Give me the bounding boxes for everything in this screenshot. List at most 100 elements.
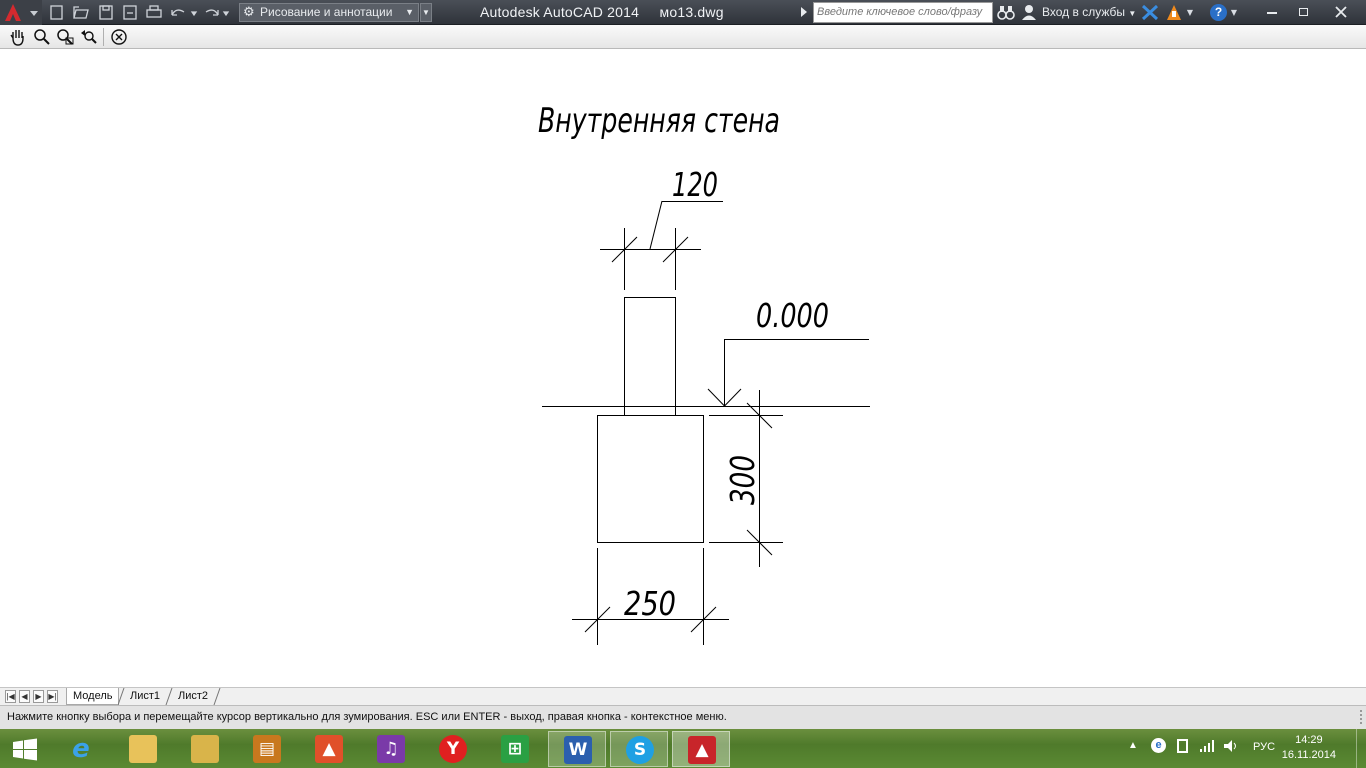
tray-overflow-icon[interactable]: ▲	[1128, 740, 1138, 751]
close-navigation-icon[interactable]	[109, 27, 129, 47]
internet-explorer-icon: e	[72, 734, 90, 764]
sign-in-button[interactable]: Вход в службы ▼	[1042, 5, 1136, 19]
notes-app-icon: ▤	[253, 735, 281, 763]
next-tab-button[interactable]: ▶	[33, 690, 44, 703]
workspace-label: Рисование и аннотации	[260, 5, 393, 19]
status-resize-grip[interactable]	[1352, 710, 1362, 724]
quick-access-toolbar[interactable]	[48, 4, 233, 22]
taskbar-app-yandex[interactable]: Y	[424, 731, 482, 767]
help-dropdown-arrow[interactable]: ▼	[1185, 3, 1195, 22]
taskbar-app-store[interactable]: ⊞	[486, 731, 544, 767]
navigation-toolbar	[0, 25, 1366, 49]
undo-dropdown-icon[interactable]	[190, 11, 198, 17]
new-icon[interactable]	[50, 5, 63, 20]
redo-dropdown-icon[interactable]	[222, 11, 230, 17]
status-message: Нажмите кнопку выбора и перемещайте курс…	[7, 711, 727, 723]
foundation-rectangle	[597, 415, 704, 543]
video-icon: ♫	[377, 735, 405, 763]
zoom-window-icon[interactable]	[55, 27, 75, 47]
yandex-browser-icon: Y	[439, 735, 467, 763]
autocad-logo-icon	[5, 4, 38, 21]
status-bar: Нажмите кнопку выбора и перемещайте курс…	[0, 705, 1366, 729]
tray-device-icon[interactable]	[1177, 739, 1188, 753]
taskbar-app-explorer[interactable]	[114, 731, 172, 767]
zoom-previous-icon[interactable]	[79, 27, 99, 47]
pan-hand-icon[interactable]	[8, 27, 28, 47]
drawing-svg: Внутренняя стена 120 0.000 250 300	[538, 101, 870, 645]
taskbar-app-notes[interactable]: ▤	[238, 731, 296, 767]
user-icon	[1022, 5, 1036, 20]
redo-icon[interactable]	[205, 9, 219, 16]
wall-rectangle	[624, 297, 676, 416]
search-expand-arrow[interactable]	[801, 7, 807, 17]
start-icon	[13, 738, 37, 761]
drawing-title: Внутренняя стена	[538, 101, 780, 141]
folder-app-icon	[191, 735, 219, 763]
undo-icon[interactable]	[171, 9, 185, 16]
taskbar-app-photos[interactable]: ▲	[300, 731, 358, 767]
search-input[interactable]: Введите ключевое слово/фразу	[813, 2, 993, 23]
taskbar-app-skype[interactable]: S	[610, 731, 668, 767]
restore-icon	[1299, 8, 1308, 16]
dimension-text-250: 250	[624, 584, 676, 623]
windows-taskbar: e ▤ ▲ ♫ Y ⊞ W S ▲ ▲ e РУС 14:29 16.11.20…	[0, 729, 1366, 768]
network-signal-icon[interactable]	[1199, 739, 1215, 753]
window-title: Autodesk AutoCAD 2014 мо13.dwg	[480, 4, 724, 20]
exchange-apps-icon[interactable]	[1141, 4, 1159, 21]
close-button[interactable]	[1322, 2, 1360, 22]
taskbar-app-autocad[interactable]: ▲	[672, 731, 730, 767]
tray-ie-icon[interactable]: e	[1151, 738, 1166, 753]
taskbar-app-ie[interactable]: e	[52, 731, 110, 767]
tab-slants	[118, 688, 221, 705]
close-icon	[1335, 6, 1347, 18]
last-tab-button[interactable]: ▶|	[47, 690, 58, 703]
open-icon[interactable]	[73, 6, 89, 19]
tray-clock[interactable]: 14:29 16.11.2014	[1282, 733, 1336, 763]
chevron-down-icon: ▼	[1128, 9, 1137, 18]
taskbar-app-word[interactable]: W	[548, 731, 606, 767]
start-button[interactable]	[0, 731, 50, 767]
elevation-mark	[707, 339, 869, 407]
clock-date: 16.11.2014	[1281, 749, 1336, 761]
dimension-text-300: 300	[723, 455, 762, 505]
file-explorer-icon	[129, 735, 157, 763]
plot-icon[interactable]	[146, 5, 162, 18]
input-language[interactable]: РУС	[1253, 741, 1275, 753]
tab-model[interactable]: Модель	[66, 688, 120, 705]
minimize-icon	[1267, 12, 1277, 14]
minimize-button[interactable]	[1258, 2, 1286, 22]
help-icon[interactable]: ?	[1210, 4, 1227, 21]
first-tab-button[interactable]: |◀	[5, 690, 16, 703]
chevron-down-icon: ▼	[405, 7, 414, 17]
word-icon: W	[564, 736, 592, 764]
elevation-text: 0.000	[756, 296, 829, 335]
title-bar: ⚙ Рисование и аннотации ▼ ▼ Autodesk Aut…	[0, 0, 1366, 25]
photos-icon: ▲	[315, 735, 343, 763]
volume-icon[interactable]	[1223, 739, 1239, 753]
application-menu-button[interactable]	[0, 0, 42, 25]
help-dropdown-arrow[interactable]: ▼	[1229, 3, 1239, 22]
drawing-canvas[interactable]: Внутренняя стена 120 0.000 250 300	[0, 50, 1366, 687]
show-desktop-button[interactable]	[1356, 729, 1366, 768]
store-icon: ⊞	[501, 735, 529, 763]
clock-time: 14:29	[1295, 734, 1323, 746]
taskbar-app-folder[interactable]	[176, 731, 234, 767]
dimension-120	[600, 200, 723, 290]
customize-toolbar-button[interactable]: ▼	[420, 3, 432, 22]
autodesk-360-icon[interactable]	[1164, 3, 1184, 22]
layout-tabs-bar: |◀ ◀ ▶ ▶| Модель Лист1 Лист2	[0, 687, 1366, 705]
save-as-icon[interactable]	[123, 5, 137, 20]
sign-in-label: Вход в службы	[1042, 5, 1125, 19]
previous-tab-button[interactable]: ◀	[19, 690, 30, 703]
gear-icon: ⚙	[243, 5, 255, 20]
toolbar-separator	[103, 28, 104, 46]
taskbar-app-video[interactable]: ♫	[362, 731, 420, 767]
restore-button[interactable]	[1290, 2, 1318, 22]
workspace-select[interactable]: ⚙ Рисование и аннотации ▼	[239, 3, 419, 22]
autocad-icon: ▲	[688, 736, 716, 764]
zoom-realtime-icon[interactable]	[32, 27, 52, 47]
skype-icon: S	[626, 736, 654, 764]
dimension-text-120: 120	[672, 165, 718, 204]
binoculars-icon[interactable]	[996, 4, 1016, 21]
save-icon[interactable]	[99, 5, 113, 20]
